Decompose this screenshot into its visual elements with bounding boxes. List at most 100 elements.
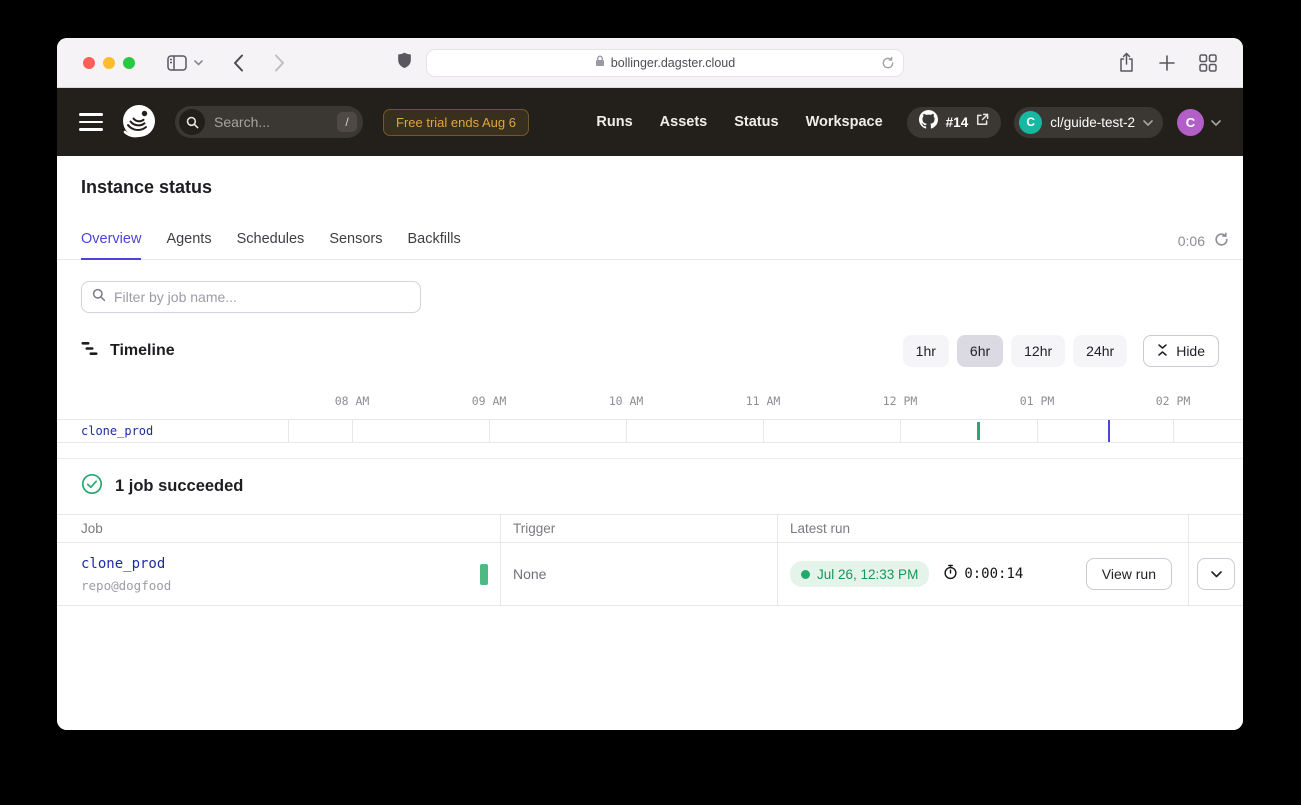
zoom-window-button[interactable]	[123, 57, 135, 69]
dagster-logo-icon[interactable]	[119, 102, 159, 142]
refresh-icon[interactable]	[1214, 232, 1229, 250]
page-title: Instance status	[81, 177, 1219, 198]
table-row: clone_prod repo@dogfood None Jul 26, 12:…	[57, 543, 1243, 606]
privacy-shield-icon[interactable]	[396, 51, 413, 75]
timeline-header: Timeline 1hr 6hr 12hr 24hr Hide	[81, 335, 1219, 367]
run-marker[interactable]	[977, 422, 980, 440]
job-link[interactable]: clone_prod	[81, 556, 171, 572]
github-pr-button[interactable]: #14	[907, 107, 1002, 138]
nav-workspace[interactable]: Workspace	[806, 114, 883, 130]
tab-backfills[interactable]: Backfills	[408, 231, 461, 259]
tab-sensors[interactable]: Sensors	[329, 231, 382, 259]
row-menu-button[interactable]	[1197, 558, 1235, 590]
range-24hr-button[interactable]: 24hr	[1073, 335, 1127, 367]
check-circle-icon	[81, 473, 103, 500]
time-range-group: 1hr 6hr 12hr 24hr Hide	[903, 335, 1219, 367]
timeline-icon	[81, 340, 98, 362]
job-filter-field	[81, 281, 421, 313]
stopwatch-icon	[943, 564, 958, 585]
timeline-chart: 08 AM 09 AM 10 AM 11 AM 12 PM 01 PM 02 P…	[57, 394, 1243, 443]
menu-icon[interactable]	[79, 113, 103, 131]
job-repo-label: repo@dogfood	[81, 578, 171, 593]
trial-badge[interactable]: Free trial ends Aug 6	[383, 109, 529, 136]
workspace-avatar: C	[1019, 111, 1042, 134]
range-1hr-button[interactable]: 1hr	[903, 335, 949, 367]
jobs-table: Job Trigger Latest run clone_prod repo@d…	[57, 514, 1243, 606]
grid-line	[763, 420, 764, 442]
grid-line	[288, 420, 289, 442]
minimize-window-button[interactable]	[103, 57, 115, 69]
range-12hr-button[interactable]: 12hr	[1011, 335, 1065, 367]
user-menu[interactable]: C	[1177, 109, 1221, 136]
workspace-switcher[interactable]: C cl/guide-test-2	[1014, 107, 1163, 138]
github-icon	[919, 110, 938, 134]
nav-assets[interactable]: Assets	[660, 114, 708, 130]
tab-agents[interactable]: Agents	[166, 231, 211, 259]
axis-tick: 10 AM	[609, 394, 644, 408]
run-history-bar[interactable]	[480, 564, 488, 585]
url-bar[interactable]: bollinger.dagster.cloud	[426, 49, 904, 77]
view-run-button[interactable]: View run	[1086, 558, 1172, 590]
run-status-badge[interactable]: Jul 26, 12:33 PM	[790, 561, 929, 587]
column-header-latest-run: Latest run	[777, 515, 1188, 542]
tab-schedules[interactable]: Schedules	[237, 231, 305, 259]
search-placeholder: Search...	[214, 114, 337, 130]
refresh-countdown: 0:06	[1178, 233, 1205, 249]
tab-overview[interactable]: Overview	[81, 231, 141, 259]
url-text: bollinger.dagster.cloud	[611, 56, 735, 70]
github-pr-number: #14	[946, 115, 969, 130]
grid-line	[626, 420, 627, 442]
main-nav: Runs Assets Status Workspace	[596, 114, 882, 130]
range-6hr-button[interactable]: 6hr	[957, 335, 1003, 367]
external-link-icon	[976, 113, 989, 131]
job-cell: clone_prod repo@dogfood	[57, 543, 500, 605]
latest-run-cell: Jul 26, 12:33 PM 0:00:14 View run	[777, 543, 1188, 605]
browser-chrome: bollinger.dagster.cloud	[57, 38, 1243, 88]
share-icon[interactable]	[1118, 52, 1135, 73]
summary-row: 1 job succeeded	[57, 459, 1243, 514]
chevron-down-icon	[1143, 113, 1153, 131]
new-tab-icon[interactable]	[1159, 55, 1175, 71]
sidebar-toggle-icon[interactable]	[167, 55, 187, 71]
tab-overview-icon[interactable]	[1199, 54, 1217, 72]
search-input[interactable]: Search... /	[175, 106, 363, 138]
forward-icon[interactable]	[274, 54, 285, 72]
timeline-axis: 08 AM 09 AM 10 AM 11 AM 12 PM 01 PM 02 P…	[57, 394, 1243, 409]
column-header-trigger: Trigger	[500, 515, 777, 542]
axis-tick: 09 AM	[472, 394, 507, 408]
column-header-job: Job	[57, 515, 500, 542]
axis-tick: 12 PM	[883, 394, 918, 408]
job-filter-input[interactable]	[114, 289, 410, 305]
reload-icon[interactable]	[881, 56, 895, 75]
timeline-row-label[interactable]: clone_prod	[81, 424, 153, 438]
run-time-label: Jul 26, 12:33 PM	[817, 567, 918, 582]
axis-tick: 11 AM	[746, 394, 781, 408]
grid-line	[352, 420, 353, 442]
workspace-name: cl/guide-test-2	[1050, 115, 1135, 130]
nav-runs[interactable]: Runs	[596, 114, 632, 130]
table-header: Job Trigger Latest run	[57, 515, 1243, 543]
search-icon	[179, 109, 205, 135]
close-window-button[interactable]	[83, 57, 95, 69]
collapse-icon	[1157, 343, 1168, 359]
grid-line	[1037, 420, 1038, 442]
trigger-cell: None	[500, 543, 777, 605]
nav-status[interactable]: Status	[734, 114, 778, 130]
sidebar-chevron-down-icon[interactable]	[194, 60, 203, 66]
timeline-row: clone_prod	[57, 419, 1243, 443]
success-dot-icon	[801, 570, 810, 579]
page-content: Instance status Overview Agents Schedule…	[57, 156, 1243, 730]
grid-line	[489, 420, 490, 442]
axis-tick: 01 PM	[1020, 394, 1055, 408]
axis-tick: 02 PM	[1156, 394, 1191, 408]
dagster-header: Search... / Free trial ends Aug 6 Runs A…	[57, 88, 1243, 156]
back-icon[interactable]	[233, 54, 244, 72]
browser-window: bollinger.dagster.cloud	[57, 38, 1243, 730]
hide-label: Hide	[1176, 343, 1205, 359]
lock-icon	[595, 55, 605, 70]
chevron-down-icon	[1211, 113, 1221, 131]
grid-line	[1173, 420, 1174, 442]
hide-timeline-button[interactable]: Hide	[1143, 335, 1219, 367]
grid-line	[900, 420, 901, 442]
run-duration: 0:00:14	[964, 566, 1023, 582]
